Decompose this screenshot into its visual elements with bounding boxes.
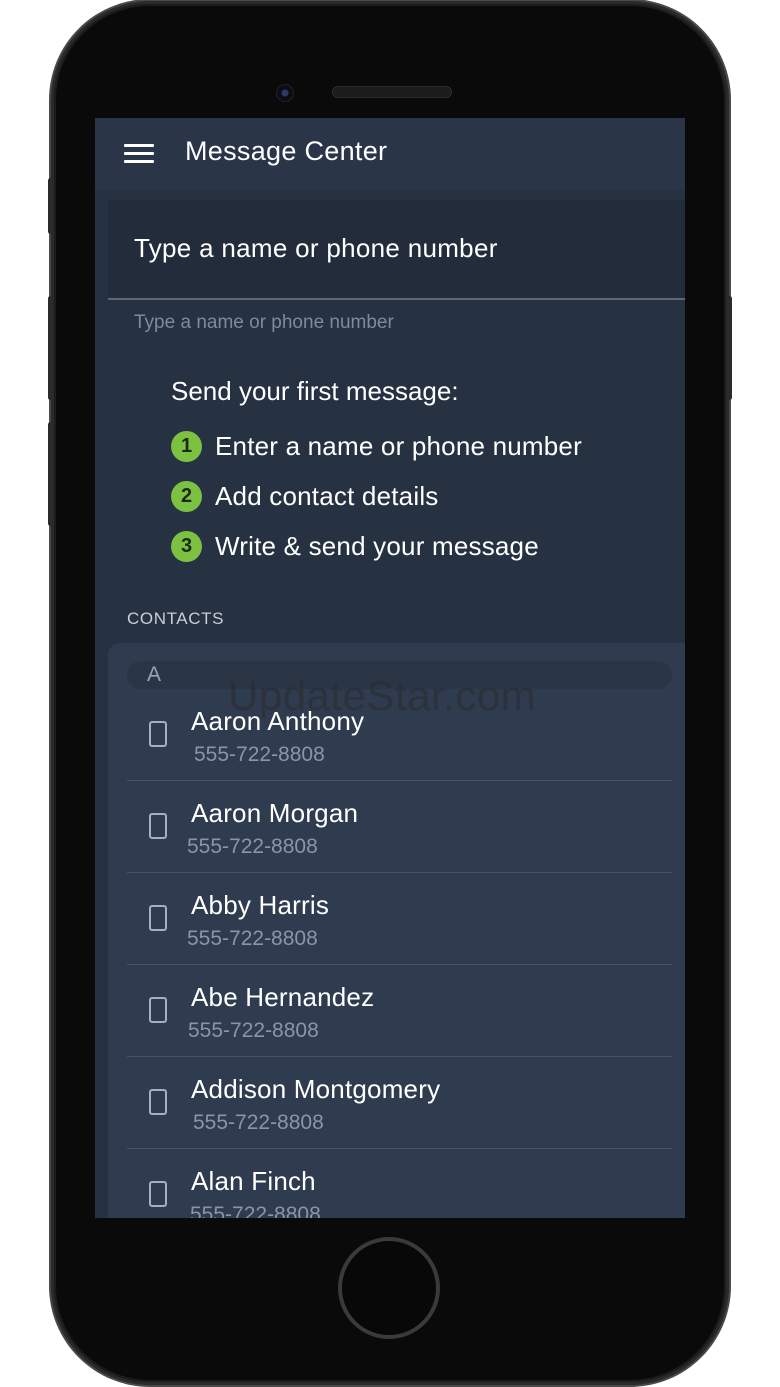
contact-number: 555-722-8808 — [193, 1111, 324, 1134]
step-number-badge: 1 — [171, 430, 202, 462]
home-button[interactable] — [338, 1237, 440, 1339]
contact-list-item[interactable]: Addison Montgomery 555-722-8808 — [127, 1057, 672, 1149]
mobile-phone-icon — [149, 1089, 167, 1115]
contact-list-item[interactable]: Alan Finch 555-722-8808 — [127, 1149, 672, 1218]
contact-list-item[interactable]: Abby Harris 555-722-8808 — [127, 873, 672, 965]
search-field-container — [108, 200, 685, 300]
contact-name: Aaron Morgan — [191, 798, 359, 828]
volume-up-button — [48, 296, 53, 400]
contact-name: Addison Montgomery — [191, 1074, 441, 1104]
mobile-phone-icon — [149, 997, 167, 1023]
volume-down-button — [48, 422, 53, 526]
mute-switch — [48, 178, 53, 234]
instruction-step: 2 Add contact details — [171, 471, 671, 521]
contacts-section-label: CONTACTS — [127, 609, 225, 628]
contact-number: 555-722-8808 — [190, 1203, 321, 1218]
recipient-search-input[interactable] — [134, 228, 654, 268]
step-text: Add contact details — [215, 480, 439, 511]
contact-name: Alan Finch — [191, 1166, 316, 1196]
contact-list-item[interactable]: Aaron Anthony 555-722-8808 — [127, 689, 672, 781]
step-number-badge: 2 — [171, 480, 202, 512]
contact-name: Aaron Anthony — [191, 706, 365, 736]
mobile-phone-icon — [149, 721, 167, 747]
contact-number: 555-722-8808 — [194, 743, 325, 766]
front-camera — [276, 84, 294, 102]
contact-number: 555-722-8808 — [187, 927, 318, 950]
contact-list-item[interactable]: Abe Hernandez 555-722-8808 — [127, 965, 672, 1057]
step-number-badge: 3 — [171, 530, 202, 562]
first-message-instructions: Send your first message: 1 Enter a name … — [171, 376, 671, 571]
step-text: Write & send your message — [215, 530, 539, 561]
earpiece-speaker — [332, 86, 452, 98]
instruction-step: 3 Write & send your message — [171, 521, 671, 571]
alphabet-group-header: A — [127, 661, 672, 689]
contact-list-item[interactable]: Aaron Morgan 555-722-8808 — [127, 781, 672, 873]
mobile-phone-icon — [149, 1181, 167, 1207]
contacts-list: A Aaron Anthony 555-722-8808 Aaron Morga… — [108, 643, 685, 1218]
app-title: Message Center — [185, 136, 388, 166]
contact-number: 555-722-8808 — [187, 835, 318, 858]
mobile-phone-icon — [149, 905, 167, 931]
power-button — [727, 296, 732, 400]
contact-name: Abby Harris — [191, 890, 330, 920]
hamburger-menu-icon[interactable] — [124, 144, 154, 164]
mobile-phone-icon — [149, 813, 167, 839]
app-bar: Message Center — [95, 118, 685, 190]
group-letter: A — [147, 663, 162, 686]
step-text: Enter a name or phone number — [215, 430, 582, 461]
contact-name: Abe Hernandez — [191, 982, 375, 1012]
app-screen: Message Center Type a name or phone numb… — [95, 118, 685, 1218]
search-helper-text: Type a name or phone number — [134, 312, 394, 333]
instructions-title: Send your first message: — [171, 376, 459, 406]
instruction-step: 1 Enter a name or phone number — [171, 421, 671, 471]
contact-number: 555-722-8808 — [188, 1019, 319, 1042]
